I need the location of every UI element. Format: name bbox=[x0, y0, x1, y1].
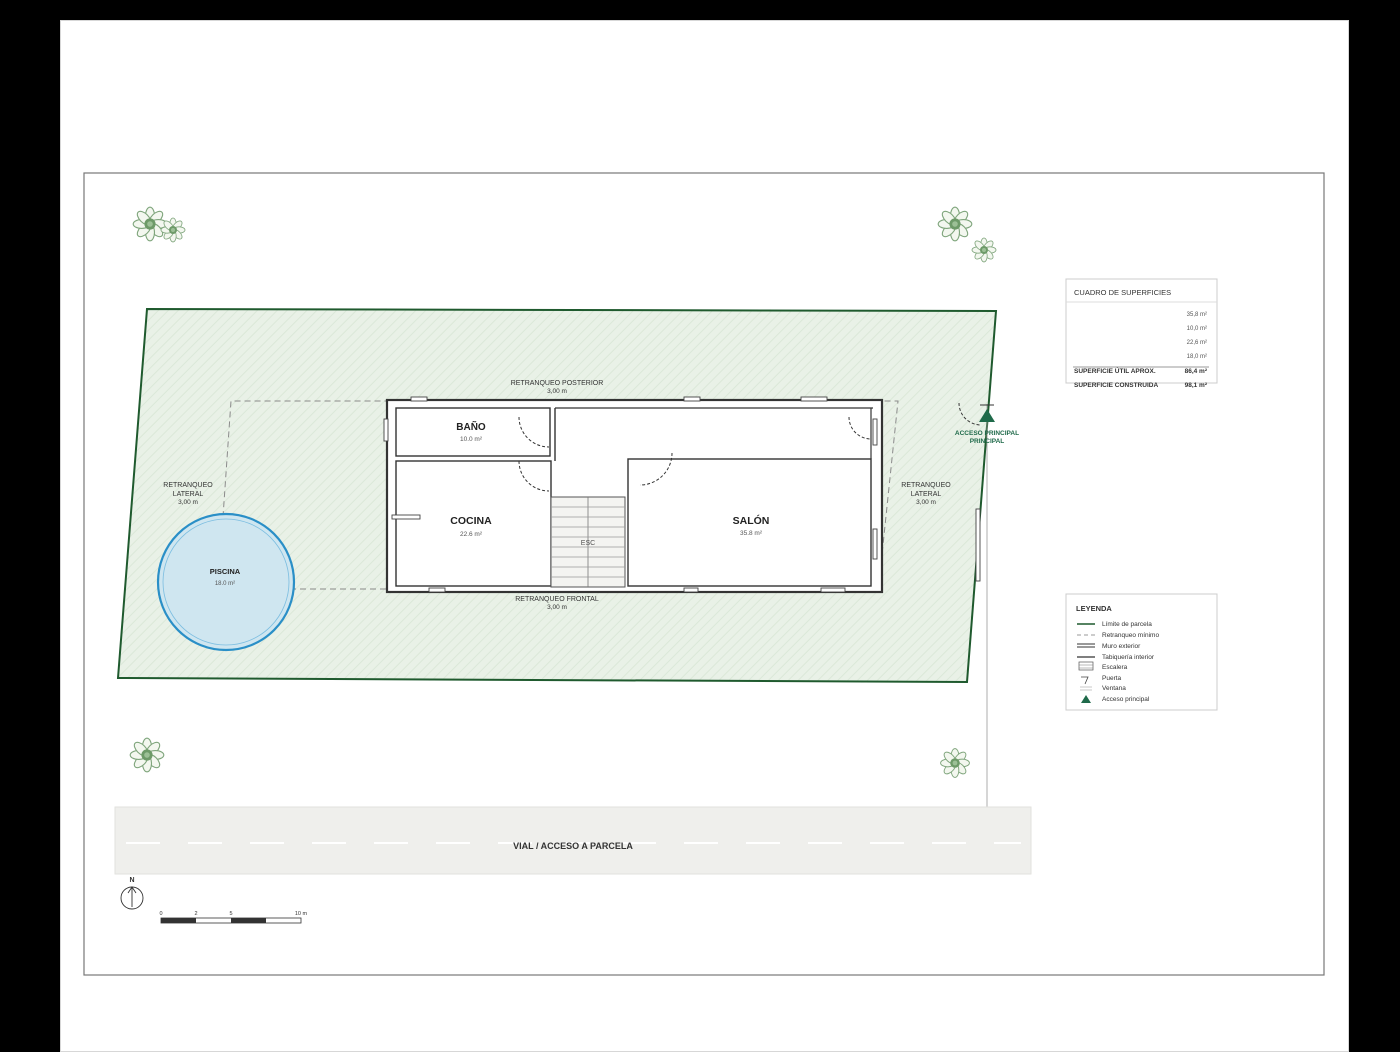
scale-tick-2: 2 bbox=[194, 911, 197, 917]
surface-value: 18,0 m² bbox=[1187, 354, 1207, 360]
salon-name: SALÓN bbox=[733, 514, 770, 527]
setback-posterior-value: 3,00 m bbox=[547, 388, 567, 395]
legend-item-label: Tabiquería interior bbox=[1102, 654, 1155, 661]
plant-icon bbox=[971, 237, 997, 263]
setback-posterior-title: RETRANQUEO POSTERIOR bbox=[511, 380, 604, 387]
setback-left-title1: RETRANQUEO bbox=[163, 482, 213, 489]
cocina-area: 22.6 m² bbox=[460, 531, 483, 538]
legend-item-label: Ventana bbox=[1102, 685, 1126, 692]
plant-icon bbox=[939, 747, 971, 779]
legend-item-label: Muro exterior bbox=[1102, 643, 1141, 650]
surface-built-label: SUPERFICIE CONSTRUIDA bbox=[1074, 382, 1158, 389]
road-label: VIAL / ACCESO A PARCELA bbox=[513, 841, 633, 851]
surface-util-label: SUPERFICIE ÚTIL APROX. bbox=[1074, 366, 1156, 375]
setback-left-value: 3,00 m bbox=[178, 499, 198, 506]
setback-right-value: 3,00 m bbox=[916, 499, 936, 506]
bano-area: 10.0 m² bbox=[460, 436, 483, 443]
legend-item-label: Acceso principal bbox=[1102, 696, 1150, 703]
setback-frontal-value: 3,00 m bbox=[547, 604, 567, 611]
surfaces-table: CUADRO DE SUPERFICIES 35,8 m² 10,0 m² 22… bbox=[1065, 278, 1218, 389]
plant-icon bbox=[937, 206, 973, 242]
access-label-1: ACCESO PRINCIPAL bbox=[955, 430, 1019, 437]
plant-icon bbox=[132, 206, 168, 242]
bano-name: BAÑO bbox=[456, 420, 486, 433]
scale-tick-10: 10 m bbox=[295, 911, 308, 917]
surface-value: 10,0 m² bbox=[1187, 326, 1207, 332]
scale-tick-5: 5 bbox=[229, 911, 232, 917]
scale-tick-0: 0 bbox=[159, 911, 162, 917]
setback-left-title2: LATERAL bbox=[173, 491, 204, 498]
surfaces-title: CUADRO DE SUPERFICIES bbox=[1074, 288, 1171, 297]
piscina-name: PISCINA bbox=[210, 567, 241, 576]
setback-frontal-title: RETRANQUEO FRONTAL bbox=[515, 596, 599, 603]
stair-icon bbox=[1078, 661, 1094, 671]
surface-built-value: 98,1 m² bbox=[1185, 382, 1208, 389]
access-label-2: PRINCIPAL bbox=[970, 438, 1005, 445]
drawing-sheet: ESC BAÑO 10.0 m² COCINA 22.6 m² SALÓN 35… bbox=[60, 20, 1349, 1052]
stair-label: ESC bbox=[581, 540, 595, 547]
cocina-name: COCINA bbox=[450, 515, 492, 527]
legend-item-label: Escalera bbox=[1102, 664, 1128, 671]
piscina-area: 18.0 m² bbox=[215, 581, 235, 587]
legend-item-label: Límite de parcela bbox=[1102, 621, 1152, 628]
plant-icon bbox=[160, 217, 186, 243]
legend-item-label: Retranqueo mínimo bbox=[1102, 632, 1159, 639]
salon-area: 35.8 m² bbox=[740, 530, 763, 537]
plant-icon bbox=[129, 737, 165, 773]
surface-value: 22,6 m² bbox=[1187, 340, 1207, 346]
setback-right-title2: LATERAL bbox=[911, 491, 942, 498]
legend: LEYENDA Límite de parcela Retranqueo mín… bbox=[1065, 593, 1218, 711]
site-plan: ESC BAÑO 10.0 m² COCINA 22.6 m² SALÓN 35… bbox=[83, 172, 1325, 976]
setback-right-title1: RETRANQUEO bbox=[901, 482, 951, 489]
surface-value: 35,8 m² bbox=[1187, 312, 1207, 318]
legend-item-label: Puerta bbox=[1102, 675, 1122, 682]
north-label: N bbox=[129, 877, 134, 884]
surface-util-value: 86,4 m² bbox=[1185, 368, 1208, 375]
legend-title: LEYENDA bbox=[1076, 604, 1112, 613]
